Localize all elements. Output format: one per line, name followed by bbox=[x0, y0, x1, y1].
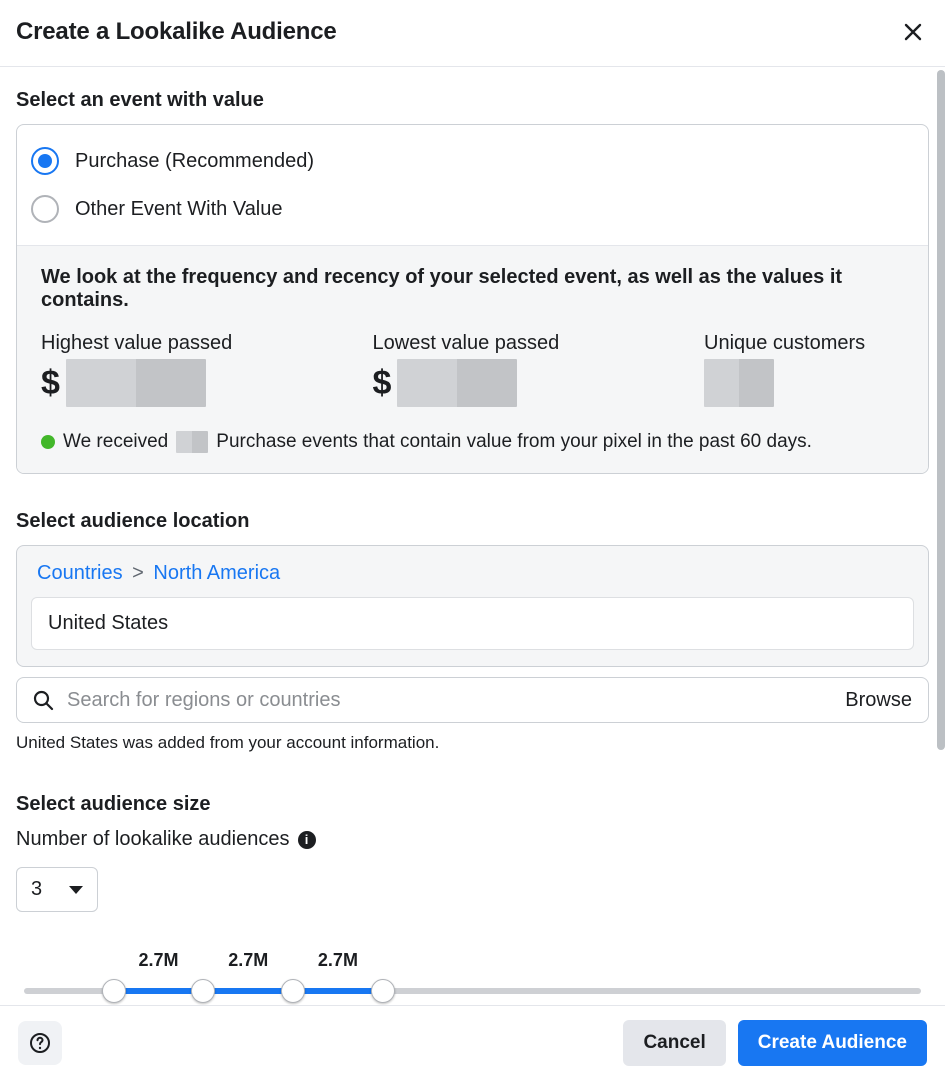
location-helper-text: United States was added from your accoun… bbox=[16, 733, 929, 753]
slider-segment-label: 2.7M bbox=[318, 950, 358, 971]
location-search-row: Browse bbox=[16, 677, 929, 723]
help-icon bbox=[28, 1031, 52, 1055]
size-heading: Select audience size bbox=[16, 793, 929, 816]
stat-label: Highest value passed bbox=[41, 332, 241, 355]
slider-handle[interactable] bbox=[281, 979, 305, 1003]
slider-handle[interactable] bbox=[371, 979, 395, 1003]
status-prefix: We received bbox=[63, 431, 168, 453]
location-heading: Select audience location bbox=[16, 510, 929, 533]
dialog-header: Create a Lookalike Audience bbox=[0, 0, 945, 67]
slider-segment-label: 2.7M bbox=[139, 950, 179, 971]
help-button[interactable] bbox=[18, 1021, 62, 1065]
radio-label: Purchase (Recommended) bbox=[75, 150, 314, 173]
scrollbar[interactable] bbox=[937, 70, 945, 750]
currency-symbol: $ bbox=[41, 364, 60, 403]
size-section: Select audience size Number of lookalike… bbox=[16, 793, 929, 1005]
info-icon[interactable]: i bbox=[298, 831, 316, 849]
event-status-line: We received Purchase events that contain… bbox=[41, 431, 904, 453]
dialog-content: Select an event with value Purchase (Rec… bbox=[0, 67, 945, 1005]
num-audiences-select[interactable]: 3 bbox=[16, 867, 98, 912]
dialog-footer: Cancel Create Audience bbox=[0, 1005, 945, 1080]
search-icon bbox=[31, 688, 55, 712]
select-value: 3 bbox=[31, 878, 42, 901]
currency-symbol: $ bbox=[373, 364, 392, 403]
audience-size-slider: 2.7M2.7M2.7M 0%1%2%3%4%5%6%7%8%9%10% bbox=[24, 956, 921, 1005]
create-audience-button[interactable]: Create Audience bbox=[738, 1020, 927, 1066]
breadcrumb-countries[interactable]: Countries bbox=[37, 562, 123, 584]
location-card: Countries > North America United States bbox=[16, 545, 929, 667]
location-chip: United States bbox=[48, 612, 168, 634]
slider-track[interactable]: 2.7M2.7M2.7M bbox=[24, 988, 921, 994]
browse-button[interactable]: Browse bbox=[845, 689, 912, 712]
stat-label: Lowest value passed bbox=[373, 332, 573, 355]
chevron-down-icon bbox=[69, 886, 83, 894]
stat-lowest: Lowest value passed $ bbox=[373, 332, 573, 407]
event-info-panel: We look at the frequency and recency of … bbox=[17, 245, 928, 473]
num-label: Number of lookalike audiences bbox=[16, 828, 290, 851]
event-card: Purchase (Recommended) Other Event With … bbox=[16, 124, 929, 474]
radio-icon bbox=[31, 195, 59, 223]
radio-other-event[interactable]: Other Event With Value bbox=[31, 185, 914, 233]
slider-track-fill bbox=[114, 988, 383, 994]
status-dot-icon bbox=[41, 435, 55, 449]
location-search-input[interactable] bbox=[67, 689, 833, 712]
stat-label: Unique customers bbox=[704, 332, 904, 355]
event-radio-group: Purchase (Recommended) Other Event With … bbox=[17, 125, 928, 245]
radio-label: Other Event With Value bbox=[75, 198, 283, 221]
slider-handle[interactable] bbox=[191, 979, 215, 1003]
location-selected-row[interactable]: United States bbox=[31, 597, 914, 650]
event-heading: Select an event with value bbox=[16, 89, 929, 112]
radio-icon bbox=[31, 147, 59, 175]
redacted-value bbox=[704, 359, 774, 407]
redacted-value bbox=[397, 359, 517, 407]
dialog-title: Create a Lookalike Audience bbox=[16, 18, 337, 46]
stat-highest: Highest value passed $ bbox=[41, 332, 241, 407]
radio-purchase[interactable]: Purchase (Recommended) bbox=[31, 137, 914, 185]
event-summary-text: We look at the frequency and recency of … bbox=[41, 266, 904, 312]
breadcrumb-region[interactable]: North America bbox=[153, 562, 280, 584]
cancel-button[interactable]: Cancel bbox=[623, 1020, 725, 1066]
redacted-value bbox=[66, 359, 206, 407]
num-audiences-row: Number of lookalike audiences i bbox=[16, 828, 929, 851]
event-stats-row: Highest value passed $ Lowest value pass… bbox=[41, 332, 904, 407]
close-icon bbox=[901, 20, 925, 44]
slider-handle[interactable] bbox=[102, 979, 126, 1003]
redacted-count bbox=[176, 431, 208, 453]
close-button[interactable] bbox=[897, 16, 929, 48]
status-suffix: Purchase events that contain value from … bbox=[216, 431, 812, 453]
breadcrumb-separator: > bbox=[128, 562, 148, 584]
stat-unique: Unique customers bbox=[704, 332, 904, 407]
breadcrumb: Countries > North America bbox=[31, 558, 914, 597]
slider-segment-label: 2.7M bbox=[228, 950, 268, 971]
